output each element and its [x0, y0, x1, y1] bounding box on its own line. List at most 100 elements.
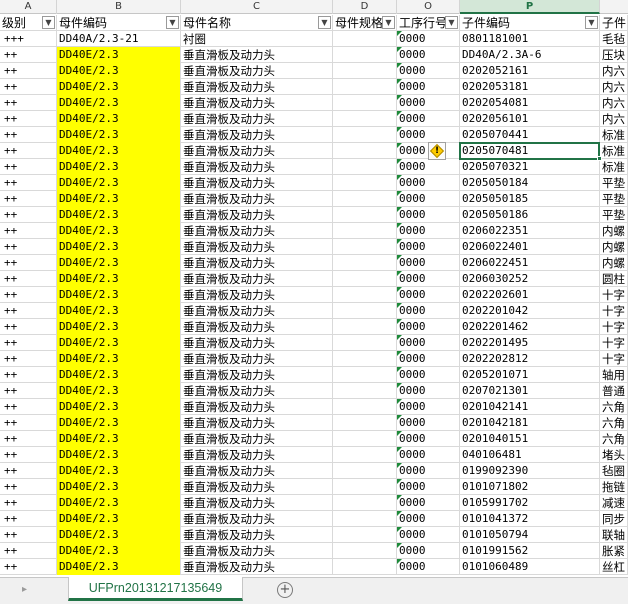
- parent-code-cell[interactable]: DD40E/2.3: [57, 79, 181, 95]
- child-code-cell[interactable]: 0202202812: [460, 351, 600, 367]
- child-code-cell[interactable]: 0206022401: [460, 239, 600, 255]
- operation-row-cell[interactable]: 0000: [397, 495, 460, 511]
- parent-spec-cell[interactable]: [333, 303, 397, 319]
- parent-spec-cell[interactable]: [333, 543, 397, 559]
- parent-code-cell[interactable]: DD40E/2.3: [57, 111, 181, 127]
- parent-spec-cell[interactable]: [333, 319, 397, 335]
- operation-row-cell[interactable]: 0000: [397, 239, 460, 255]
- filter-dropdown-icon[interactable]: ▼: [585, 16, 598, 29]
- operation-row-cell[interactable]: 0000: [397, 463, 460, 479]
- operation-row-cell[interactable]: 0000: [397, 127, 460, 143]
- child-name-cell[interactable]: 十字: [600, 335, 628, 351]
- parent-name-cell[interactable]: 垂直滑板及动力头: [181, 143, 333, 159]
- parent-name-cell[interactable]: 垂直滑板及动力头: [181, 47, 333, 63]
- parent-code-cell[interactable]: DD40E/2.3: [57, 431, 181, 447]
- add-sheet-icon[interactable]: +: [277, 582, 293, 598]
- parent-code-cell[interactable]: DD40E/2.3: [57, 239, 181, 255]
- parent-name-cell[interactable]: 垂直滑板及动力头: [181, 367, 333, 383]
- parent-spec-cell[interactable]: [333, 479, 397, 495]
- parent-code-cell[interactable]: DD40E/2.3: [57, 367, 181, 383]
- operation-row-cell[interactable]: 0000: [397, 479, 460, 495]
- child-name-cell[interactable]: 十字: [600, 303, 628, 319]
- operation-row-cell[interactable]: 0000: [397, 271, 460, 287]
- parent-spec-cell[interactable]: [333, 127, 397, 143]
- parent-spec-cell[interactable]: [333, 383, 397, 399]
- parent-name-cell[interactable]: 衬圈: [181, 31, 333, 47]
- parent-spec-cell[interactable]: [333, 47, 397, 63]
- parent-spec-cell[interactable]: [333, 159, 397, 175]
- header-cell[interactable]: 级别 ▼: [0, 15, 57, 31]
- child-code-cell[interactable]: 0201042181: [460, 415, 600, 431]
- parent-name-cell[interactable]: 垂直滑板及动力头: [181, 175, 333, 191]
- parent-code-cell[interactable]: DD40E/2.3: [57, 127, 181, 143]
- scroll-left-icon[interactable]: ▸: [22, 584, 27, 595]
- column-header-o[interactable]: O: [397, 0, 460, 14]
- parent-spec-cell[interactable]: [333, 287, 397, 303]
- level-cell[interactable]: ++: [0, 479, 57, 495]
- parent-code-cell[interactable]: DD40E/2.3: [57, 175, 181, 191]
- child-code-cell[interactable]: 0201042141: [460, 399, 600, 415]
- parent-name-cell[interactable]: 垂直滑板及动力头: [181, 287, 333, 303]
- parent-code-cell[interactable]: DD40E/2.3: [57, 351, 181, 367]
- parent-name-cell[interactable]: 垂直滑板及动力头: [181, 239, 333, 255]
- parent-spec-cell[interactable]: [333, 143, 397, 159]
- operation-row-cell[interactable]: 0000: [397, 383, 460, 399]
- parent-spec-cell[interactable]: [333, 511, 397, 527]
- parent-spec-cell[interactable]: [333, 207, 397, 223]
- parent-code-cell[interactable]: DD40A/2.3-21: [57, 31, 181, 47]
- filter-dropdown-icon[interactable]: ▼: [166, 16, 179, 29]
- child-code-cell[interactable]: 0105991702: [460, 495, 600, 511]
- level-cell[interactable]: ++: [0, 79, 57, 95]
- parent-name-cell[interactable]: 垂直滑板及动力头: [181, 271, 333, 287]
- operation-row-cell[interactable]: 0000: [397, 351, 460, 367]
- operation-row-cell[interactable]: 0000: [397, 31, 460, 47]
- operation-row-cell[interactable]: 0000: [397, 47, 460, 63]
- parent-name-cell[interactable]: 垂直滑板及动力头: [181, 447, 333, 463]
- parent-code-cell[interactable]: DD40E/2.3: [57, 303, 181, 319]
- child-name-cell[interactable]: 六角: [600, 415, 628, 431]
- level-cell[interactable]: ++: [0, 47, 57, 63]
- child-code-cell[interactable]: 0201040151: [460, 431, 600, 447]
- child-name-cell[interactable]: 六角: [600, 399, 628, 415]
- child-code-cell[interactable]: 0206022351: [460, 223, 600, 239]
- parent-code-cell[interactable]: DD40E/2.3: [57, 319, 181, 335]
- child-code-cell[interactable]: DD40A/2.3A-6: [460, 47, 600, 63]
- level-cell[interactable]: ++: [0, 223, 57, 239]
- parent-spec-cell[interactable]: [333, 351, 397, 367]
- child-code-cell[interactable]: 0202201495: [460, 335, 600, 351]
- level-cell[interactable]: ++: [0, 415, 57, 431]
- child-name-cell[interactable]: 十字: [600, 351, 628, 367]
- parent-name-cell[interactable]: 垂直滑板及动力头: [181, 79, 333, 95]
- operation-row-cell[interactable]: 0000: [397, 319, 460, 335]
- parent-code-cell[interactable]: DD40E/2.3: [57, 207, 181, 223]
- child-name-cell[interactable]: 同步: [600, 511, 628, 527]
- level-cell[interactable]: ++: [0, 239, 57, 255]
- parent-code-cell[interactable]: DD40E/2.3: [57, 479, 181, 495]
- parent-spec-cell[interactable]: [333, 527, 397, 543]
- level-cell[interactable]: ++: [0, 351, 57, 367]
- operation-row-cell[interactable]: 0000: [397, 191, 460, 207]
- parent-spec-cell[interactable]: [333, 399, 397, 415]
- parent-code-cell[interactable]: DD40E/2.3: [57, 543, 181, 559]
- parent-spec-cell[interactable]: [333, 223, 397, 239]
- parent-code-cell[interactable]: DD40E/2.3: [57, 191, 181, 207]
- parent-spec-cell[interactable]: [333, 239, 397, 255]
- parent-spec-cell[interactable]: [333, 463, 397, 479]
- parent-code-cell[interactable]: DD40E/2.3: [57, 159, 181, 175]
- operation-row-cell[interactable]: 0000: [397, 223, 460, 239]
- level-cell[interactable]: ++: [0, 63, 57, 79]
- child-code-cell[interactable]: 0205070441: [460, 127, 600, 143]
- level-cell[interactable]: ++: [0, 207, 57, 223]
- child-name-cell[interactable]: 内螺: [600, 255, 628, 271]
- child-code-cell[interactable]: 0101071802: [460, 479, 600, 495]
- child-name-cell[interactable]: 丝杠: [600, 559, 628, 575]
- level-cell[interactable]: ++: [0, 175, 57, 191]
- operation-row-cell[interactable]: 0000: [397, 559, 460, 575]
- child-code-cell[interactable]: 0206022451: [460, 255, 600, 271]
- child-name-cell[interactable]: 内螺: [600, 223, 628, 239]
- sheet-tab-active[interactable]: UFPrn20131217135649: [68, 577, 243, 601]
- operation-row-cell[interactable]: 0000: [397, 175, 460, 191]
- parent-name-cell[interactable]: 垂直滑板及动力头: [181, 399, 333, 415]
- operation-row-cell[interactable]: 0000: [397, 431, 460, 447]
- level-cell[interactable]: ++: [0, 463, 57, 479]
